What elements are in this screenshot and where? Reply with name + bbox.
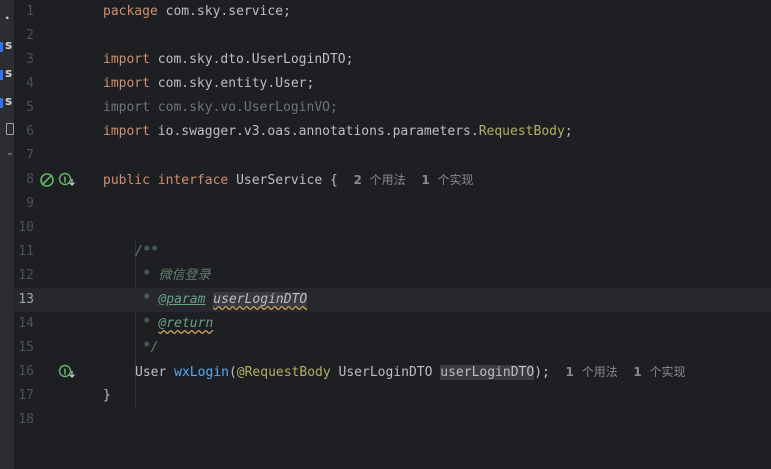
strip-marker bbox=[0, 42, 3, 52]
closing-brace: } bbox=[103, 388, 111, 403]
line-number[interactable]: 15 bbox=[14, 336, 34, 360]
keyword: interface bbox=[157, 173, 229, 188]
code-line-15[interactable]: 15 */ bbox=[14, 336, 771, 360]
line-number[interactable]: 5 bbox=[14, 96, 34, 120]
strip-marker bbox=[0, 98, 3, 108]
javadoc-param-tag: @param bbox=[158, 292, 206, 307]
line-number[interactable]: 12 bbox=[14, 264, 34, 288]
keyword: import bbox=[103, 52, 150, 67]
gutter-icons: I bbox=[38, 168, 78, 192]
bean-icon[interactable] bbox=[40, 173, 54, 187]
import-path: com.sky.entity.User; bbox=[149, 76, 315, 91]
file-icon bbox=[6, 123, 14, 135]
code-line-16[interactable]: 16 I User wxLogin(@RequestBody UserLogin… bbox=[14, 360, 771, 384]
code-line-18[interactable]: 18 bbox=[14, 408, 771, 432]
line-number[interactable]: 2 bbox=[14, 24, 34, 48]
line-number[interactable]: 13 bbox=[14, 288, 34, 312]
code-line-6[interactable]: 6 import io.swagger.v3.oas.annotations.p… bbox=[14, 120, 771, 144]
strip-letter: . bbox=[5, 8, 10, 22]
code-editor[interactable]: . s s s ⌄ 1 package com.sky.service; 2 3… bbox=[0, 0, 771, 469]
line-number[interactable]: 1 bbox=[14, 0, 34, 24]
svg-text:I: I bbox=[64, 176, 67, 185]
code-line-12[interactable]: 12 * 微信登录 bbox=[14, 264, 771, 288]
code-line-14[interactable]: 14 * @return bbox=[14, 312, 771, 336]
implemented-icon[interactable]: I bbox=[58, 172, 75, 186]
param-reference[interactable]: userLoginDTO bbox=[213, 292, 308, 307]
keyword: package bbox=[103, 4, 158, 19]
code-line-8[interactable]: 8 I public interface UserService { 2 个用法… bbox=[14, 168, 771, 192]
line-number[interactable]: 18 bbox=[14, 408, 34, 432]
import-path: io.swagger.v3.oas.annotations.parameters… bbox=[149, 124, 479, 139]
param-type: UserLoginDTO bbox=[330, 365, 441, 380]
package-name: com.sky.service; bbox=[157, 4, 291, 19]
unused-import: import com.sky.vo.UserLoginVO; bbox=[103, 100, 338, 115]
interface-name: UserService { bbox=[228, 173, 338, 188]
code-line-10[interactable]: 10 bbox=[14, 216, 771, 240]
code-line-11[interactable]: 11 /** bbox=[14, 240, 771, 264]
doc-comment-end: */ bbox=[135, 340, 159, 355]
line-number[interactable]: 4 bbox=[14, 72, 34, 96]
code-line-4[interactable]: 4 import com.sky.entity.User; bbox=[14, 72, 771, 96]
svg-text:I: I bbox=[64, 368, 67, 377]
line-number[interactable]: 9 bbox=[14, 192, 34, 216]
implemented-icon[interactable]: I bbox=[58, 364, 75, 378]
strip-marker bbox=[0, 70, 3, 80]
return-type: User bbox=[135, 365, 175, 380]
paren-end: ); bbox=[534, 365, 550, 380]
gutter-icons: I bbox=[38, 360, 78, 384]
usages-hint[interactable]: 1 个用法 bbox=[566, 365, 618, 380]
paren: ( bbox=[228, 365, 237, 380]
doc-comment-start: /** bbox=[135, 244, 159, 259]
annotation: @RequestBody bbox=[236, 365, 331, 380]
line-number[interactable]: 3 bbox=[14, 48, 34, 72]
annotation-class: RequestBody bbox=[478, 124, 565, 139]
line-number[interactable]: 17 bbox=[14, 384, 34, 408]
implementations-hint[interactable]: 1 个实现 bbox=[421, 173, 473, 188]
param-name[interactable]: userLoginDTO bbox=[440, 365, 535, 380]
code-line-3[interactable]: 3 import com.sky.dto.UserLoginDTO; bbox=[14, 48, 771, 72]
javadoc-return-tag: @return bbox=[158, 316, 214, 331]
code-line-1[interactable]: 1 package com.sky.service; bbox=[14, 0, 771, 24]
code-line-13[interactable]: 13 * @param userLoginDTO bbox=[14, 288, 771, 312]
doc-comment-star: * bbox=[135, 292, 159, 307]
implementations-hint[interactable]: 1 个实现 bbox=[633, 365, 685, 380]
keyword: import bbox=[103, 124, 150, 139]
semicolon: ; bbox=[564, 124, 573, 139]
line-number[interactable]: 16 bbox=[14, 360, 34, 384]
code-line-5[interactable]: 5 import com.sky.vo.UserLoginVO; bbox=[14, 96, 771, 120]
doc-comment-star: * bbox=[135, 316, 159, 331]
code-line-2[interactable]: 2 bbox=[14, 24, 771, 48]
usages-hint[interactable]: 2 个用法 bbox=[353, 173, 405, 188]
line-number[interactable]: 10 bbox=[14, 216, 34, 240]
line-number[interactable]: 8 bbox=[14, 168, 34, 192]
import-path: com.sky.dto.UserLoginDTO; bbox=[149, 52, 354, 67]
line-number[interactable]: 14 bbox=[14, 312, 34, 336]
code-line-9[interactable]: 9 bbox=[14, 192, 771, 216]
chevron-down-icon: ⌄ bbox=[6, 148, 14, 158]
project-panel-strip[interactable]: . s s s ⌄ bbox=[0, 0, 15, 469]
strip-letter: s bbox=[5, 94, 13, 108]
line-number[interactable]: 11 bbox=[14, 240, 34, 264]
doc-comment-text: * 微信登录 bbox=[135, 268, 211, 283]
strip-letter: s bbox=[5, 66, 13, 80]
method-name[interactable]: wxLogin bbox=[174, 365, 229, 380]
strip-letter: s bbox=[5, 38, 13, 52]
keyword: import bbox=[103, 76, 150, 91]
keyword: public bbox=[103, 173, 150, 188]
code-line-17[interactable]: 17 } bbox=[14, 384, 771, 408]
line-number[interactable]: 6 bbox=[14, 120, 34, 144]
code-line-7[interactable]: 7 bbox=[14, 144, 771, 168]
line-number[interactable]: 7 bbox=[14, 144, 34, 168]
